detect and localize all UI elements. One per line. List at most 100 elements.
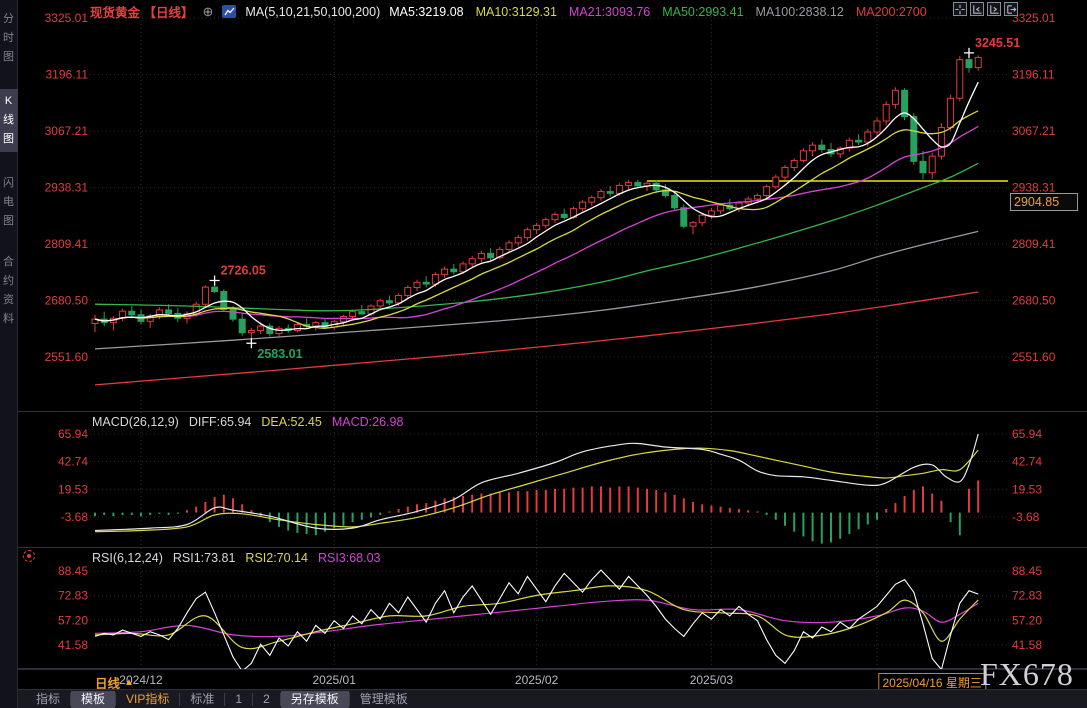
candle (800, 148, 806, 162)
chart-header: 现货黄金 【日线】 ⊕ MA(5,10,21,50,100,200) MA5:3… (90, 3, 927, 20)
candle (598, 189, 604, 201)
rsi1-value: RSI1:73.81 (173, 551, 236, 566)
candle (791, 158, 797, 171)
toolbar-item[interactable]: 标准 (180, 691, 224, 708)
ma-value-label: MA200:2700 (856, 5, 927, 19)
axis-label: 41.58 (58, 638, 88, 652)
candle (202, 285, 208, 306)
indicator-chart-icon[interactable] (222, 5, 236, 18)
axis-label: 3325.01 (1012, 11, 1056, 25)
candle (120, 309, 126, 322)
ma200-line (95, 292, 978, 385)
axis-label: 2809.41 (45, 237, 89, 251)
candle (469, 256, 475, 267)
chart-toolbar-icons (953, 2, 1018, 16)
extreme-price-label: 2583.01 (257, 347, 302, 361)
candle (478, 251, 484, 262)
candle (837, 146, 843, 158)
candle (110, 316, 116, 330)
candle (451, 264, 457, 275)
rsi-indicator-title: RSI(6,12,24) RSI1:73.81 RSI2:70.14 RSI3:… (92, 551, 381, 566)
crosshair-icon[interactable] (953, 2, 967, 16)
candle (534, 223, 540, 234)
axis-label: 3325.01 (45, 11, 89, 25)
macd-value: MACD:26.98 (332, 415, 404, 430)
candle (580, 200, 586, 211)
toolbar-item[interactable]: VIP指标 (116, 691, 179, 708)
axis-label: 2680.50 (45, 294, 89, 308)
indicator-settings-icon[interactable] (23, 550, 35, 562)
candle (727, 199, 733, 211)
toolbar-item[interactable]: 模板 (71, 691, 115, 708)
axis-label: 42.74 (58, 455, 88, 469)
candle (773, 174, 779, 188)
candle (635, 180, 641, 188)
candle (975, 55, 981, 70)
toolbar-item[interactable]: 管理模板 (350, 691, 418, 708)
candle (506, 240, 512, 252)
add-compare-icon[interactable]: ⊕ (203, 4, 214, 20)
ma-value-label: MA50:2993.41 (662, 5, 743, 19)
sidebar-tab[interactable]: K线图 (0, 89, 18, 152)
period-tag: 【日线】 (144, 6, 194, 20)
candle (488, 248, 494, 260)
symbol-title: 现货黄金 【日线】 (90, 2, 194, 21)
candle (892, 87, 898, 108)
compress-axis-icon[interactable] (970, 2, 984, 16)
toolbar-item[interactable]: 指标 (26, 691, 70, 708)
candle (626, 180, 632, 191)
ma-value-label: MA100:2838.12 (756, 5, 844, 19)
chart-canvas[interactable]: 3325.013325.013196.113196.113067.213067.… (0, 0, 1087, 708)
candle (101, 312, 107, 326)
candle (607, 186, 613, 197)
candle (442, 267, 448, 278)
symbol-name: 现货黄金 (90, 6, 140, 20)
candle (764, 185, 770, 199)
date-axis-label: 2025/01 (312, 673, 355, 687)
ma-value-label: MA10:3129.31 (476, 5, 557, 19)
axis-label: 3067.21 (1012, 124, 1056, 138)
candle (957, 56, 963, 101)
toolbar-item[interactable]: 1 (225, 691, 252, 708)
axis-label: 65.94 (58, 427, 88, 441)
rsi3-value: RSI3:68.03 (318, 551, 381, 566)
sidebar-tab[interactable]: 分时图 (0, 10, 18, 67)
expand-axis-icon[interactable] (987, 2, 1001, 16)
axis-label: 57.20 (58, 613, 88, 627)
current-price-marker: 2904.85 (1010, 193, 1078, 211)
toolbar-item[interactable]: 2 (253, 691, 280, 708)
macd-diff-value: DIFF:65.94 (189, 415, 252, 430)
axis-label: -3.68 (1012, 510, 1040, 524)
ma-value-label: MA5:3219.08 (389, 5, 463, 19)
rsi-title-label: RSI(6,12,24) (92, 551, 163, 566)
toolbar-item[interactable]: 另存模板 (281, 691, 349, 708)
candle (285, 324, 291, 333)
price-annotations: 2726.052583.013245.51 (210, 36, 1021, 361)
rsi3-line (95, 600, 978, 637)
axis-label: 2551.60 (45, 350, 89, 364)
candle (810, 142, 816, 156)
trading-app: 分时图K线图闪电图合约资料 3325.013325.013196.113196.… (0, 0, 1087, 708)
candle (515, 235, 521, 246)
candle (708, 208, 714, 219)
candle (405, 285, 411, 298)
rsi2-value: RSI2:70.14 (245, 551, 308, 566)
candle (414, 280, 420, 291)
macd-histogram (95, 480, 978, 543)
sidebar-tab[interactable]: 闪电图 (0, 174, 18, 231)
axis-label: 3196.11 (1012, 67, 1055, 81)
axis-label: 41.58 (1012, 638, 1042, 652)
axis-label: 19.53 (58, 482, 88, 496)
exit-fullscreen-icon[interactable] (1004, 2, 1018, 16)
candle (561, 209, 567, 220)
candle (883, 101, 889, 125)
axis-label: 2809.41 (1012, 237, 1056, 251)
candle (423, 276, 429, 287)
candle (543, 217, 549, 228)
sidebar-tab[interactable]: 合约资料 (0, 253, 18, 329)
ma-value-label: MA21:3093.76 (569, 5, 650, 19)
chart-type-sidebar: 分时图 K线图闪电图合约资料 (0, 0, 18, 708)
candle (782, 165, 788, 180)
candle (819, 139, 825, 152)
candle (239, 313, 245, 336)
